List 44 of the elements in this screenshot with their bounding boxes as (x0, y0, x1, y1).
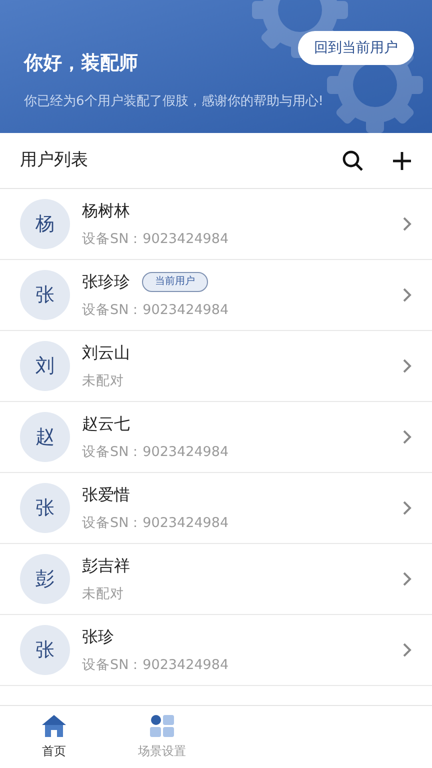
tab-item[interactable]: 首页 (0, 706, 108, 768)
user-avatar: 杨 (20, 199, 70, 249)
chevron-right-icon (402, 216, 412, 232)
current-user-tag: 当前用户 (142, 272, 208, 292)
user-name: 赵云七 (82, 412, 130, 435)
user-row[interactable]: 张 张珍 设备SN：9023424984 (0, 615, 432, 686)
chevron-right-icon (402, 429, 412, 445)
user-row[interactable]: 张 张珍珍 当前用户 设备SN：9023424984 (0, 260, 432, 331)
user-device-text: 设备SN：9023424984 (82, 442, 230, 462)
chevron-right-icon (402, 287, 412, 303)
user-name: 张珍珍 (82, 270, 130, 293)
chevron-right-icon (402, 500, 412, 516)
user-name: 刘云山 (82, 342, 130, 364)
user-avatar: 赵 (20, 412, 70, 462)
search-icon[interactable] (342, 150, 364, 172)
user-avatar: 张 (20, 625, 70, 675)
user-row[interactable]: 杨 杨树林 设备SN：9023424984 (0, 189, 432, 260)
grid-icon (149, 714, 175, 738)
user-avatar: 张 (20, 270, 70, 320)
user-row[interactable]: 彭 彭吉祥 未配对 (0, 544, 432, 615)
user-avatar: 彭 (20, 554, 70, 604)
chevron-right-icon (402, 642, 412, 658)
user-device-text: 设备SN：9023424984 (82, 514, 230, 533)
summary-text: 你已经为6个用户装配了假肢，感谢你的帮助与用心! (24, 92, 324, 110)
user-avatar: 张 (20, 483, 70, 533)
user-device-text: 未配对 (82, 372, 125, 391)
chevron-right-icon (402, 358, 412, 374)
user-row[interactable]: 赵 赵云七 设备SN：9023424984 (0, 402, 432, 473)
greeting-title: 你好，装配师 (24, 51, 138, 76)
user-name: 张珍 (82, 626, 114, 648)
user-device-text: 设备SN：9023424984 (82, 300, 230, 320)
list-title: 用户列表 (20, 148, 88, 172)
add-icon[interactable] (392, 150, 412, 170)
home-icon (41, 714, 67, 738)
user-device-text: 设备SN：9023424984 (82, 230, 230, 249)
chevron-right-icon (402, 571, 412, 587)
user-name: 杨树林 (82, 200, 130, 222)
user-device-text: 设备SN：9023424984 (82, 656, 230, 675)
user-device-text: 未配对 (82, 584, 125, 604)
user-row[interactable]: 刘 刘云山 未配对 (0, 331, 432, 402)
user-name: 张爱惜 (82, 484, 130, 506)
user-avatar: 刘 (20, 341, 70, 391)
user-name: 彭吉祥 (82, 554, 130, 577)
user-row[interactable]: 张 张爱惜 设备SN：9023424984 (0, 473, 432, 544)
